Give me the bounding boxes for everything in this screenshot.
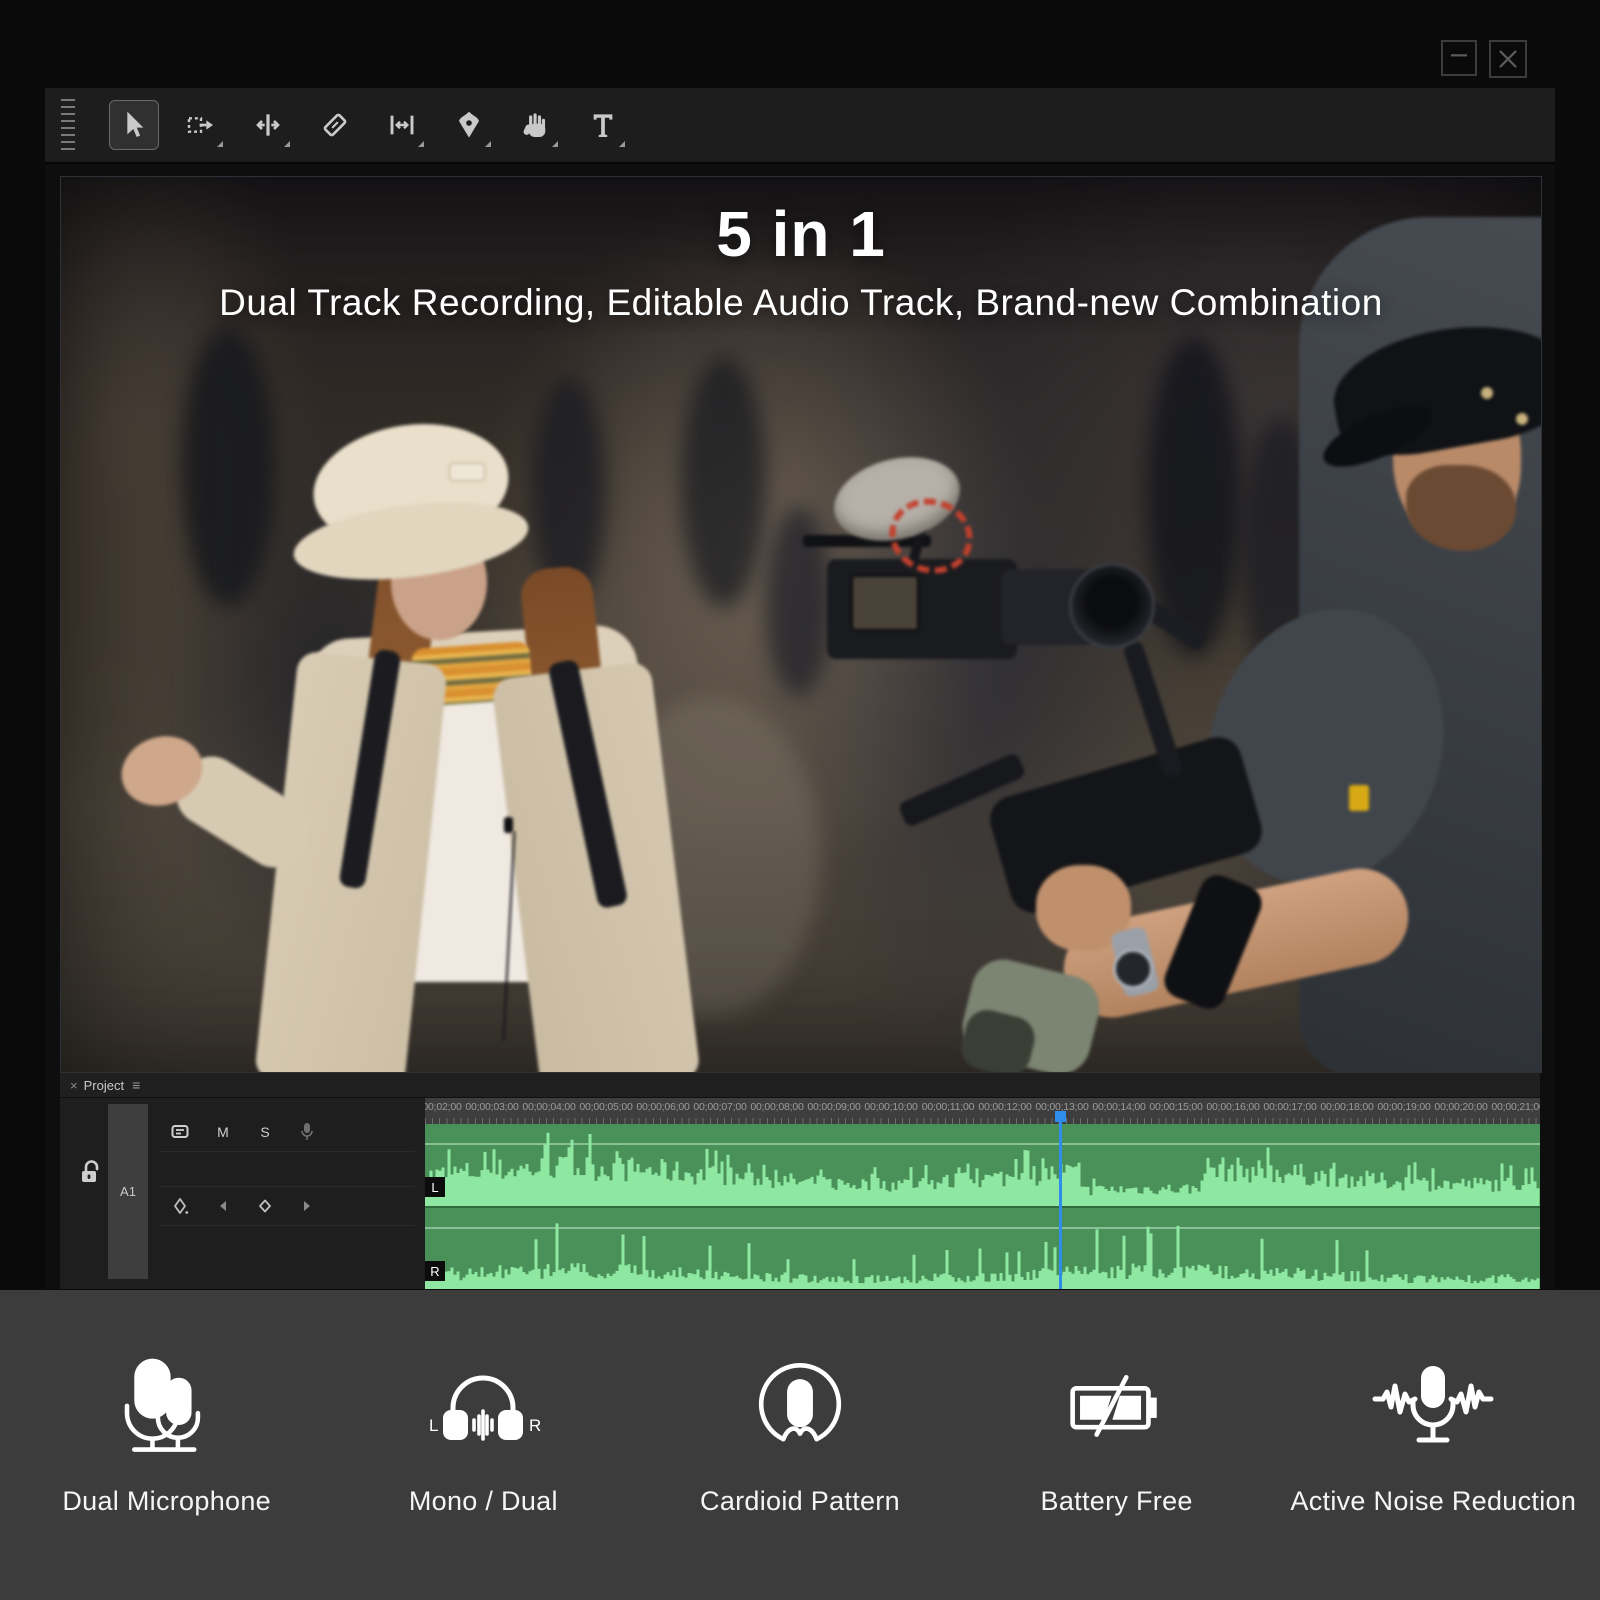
solo-button[interactable]: S	[254, 1121, 276, 1143]
track-header: A1 M S	[60, 1098, 427, 1289]
voiceover-record-button[interactable]	[296, 1121, 318, 1143]
time-ruler[interactable]: 00;00;02;0000;00;03;0000;00;04;0000;00;0…	[425, 1098, 1540, 1124]
channel-label-left: L	[425, 1177, 445, 1197]
channel-label-right: R	[425, 1261, 445, 1281]
hero-title: 5 in 1	[61, 201, 1541, 268]
timeline-tab-bar: × Project ≡	[60, 1073, 1540, 1098]
razor-tool-icon	[319, 109, 351, 141]
panel-grip-handle[interactable]	[59, 99, 77, 151]
next-keyframe-button[interactable]	[296, 1195, 318, 1217]
close-icon	[1491, 42, 1525, 76]
cap-eyelet	[1516, 413, 1528, 425]
feature-label: Cardioid Pattern	[700, 1486, 900, 1517]
type-tool-button[interactable]	[578, 100, 628, 150]
active-noise-reduction-icon	[1367, 1338, 1499, 1466]
cardioid-pattern-icon	[739, 1338, 861, 1466]
track-select-forward-tool-icon	[185, 109, 217, 141]
track-toggle-row: M S	[160, 1112, 415, 1152]
track-lock-button[interactable]	[78, 1158, 104, 1189]
previous-keyframe-icon	[217, 1200, 229, 1212]
close-button[interactable]	[1489, 40, 1527, 78]
audio-channel-right: R	[425, 1208, 1540, 1289]
battery-free-icon	[1055, 1338, 1179, 1466]
slip-tool-button[interactable]	[377, 100, 427, 150]
feature-dual-microphone: Dual Microphone	[17, 1338, 317, 1517]
mono-dual-icon: L R	[417, 1338, 549, 1466]
page: { "window_controls": {"minimize_icon": "…	[0, 0, 1600, 1600]
selection-tool-button[interactable]	[109, 100, 159, 150]
ripple-edit-tool-button[interactable]	[243, 100, 293, 150]
lock-open-icon	[78, 1158, 104, 1186]
previous-keyframe-button[interactable]	[212, 1195, 234, 1217]
camera-screen	[851, 575, 919, 631]
feature-cardioid-pattern: Cardioid Pattern	[650, 1338, 950, 1517]
minimize-icon	[1443, 42, 1475, 74]
hand-tool-icon	[520, 109, 552, 141]
feature-active-noise-reduction: Active Noise Reduction	[1283, 1338, 1583, 1517]
track-lane: 00;00;02;0000;00;03;0000;00;04;0000;00;0…	[425, 1098, 1540, 1289]
pen-tool-button[interactable]	[444, 100, 494, 150]
crowd-silhouette	[681, 357, 766, 607]
hero-text: 5 in 1 Dual Track Recording, Editable Au…	[61, 201, 1541, 324]
editor-window: 5 in 1 Dual Track Recording, Editable Au…	[45, 88, 1555, 1289]
track-name: A1	[120, 1184, 136, 1199]
track-output-icon	[171, 1124, 191, 1140]
track-select-forward-tool-button[interactable]	[176, 100, 226, 150]
program-monitor: 5 in 1 Dual Track Recording, Editable Au…	[60, 176, 1542, 1073]
hero-subtitle: Dual Track Recording, Editable Audio Tra…	[61, 282, 1541, 324]
feature-battery-free: Battery Free	[967, 1338, 1267, 1517]
audio-clip[interactable]: L R	[425, 1124, 1540, 1289]
audio-channel-left: L	[425, 1124, 1540, 1208]
feature-strip: Dual Microphone L R Mono / Du	[0, 1290, 1600, 1600]
panel-menu-icon[interactable]: ≡	[132, 1077, 140, 1093]
minimize-button[interactable]	[1441, 40, 1477, 76]
mono-dual-right-label: R	[529, 1416, 541, 1435]
mute-button[interactable]: M	[212, 1121, 234, 1143]
track-name-strip[interactable]: A1	[108, 1104, 148, 1279]
add-keyframe-icon	[258, 1199, 272, 1213]
ripple-edit-tool-icon	[252, 109, 284, 141]
feature-label: Dual Microphone	[62, 1486, 271, 1517]
feature-label: Active Noise Reduction	[1290, 1486, 1576, 1517]
feature-label: Battery Free	[1041, 1486, 1193, 1517]
slip-tool-icon	[386, 109, 418, 141]
dual-microphone-icon	[107, 1338, 227, 1466]
hat-logo-patch	[449, 463, 485, 481]
tools-panel	[45, 88, 1555, 164]
track-output-toggle-button[interactable]	[170, 1121, 192, 1143]
lavalier-microphone	[504, 817, 513, 833]
toggle-animation-button[interactable]	[170, 1195, 192, 1217]
mono-dual-left-label: L	[429, 1416, 438, 1435]
feature-mono-dual: L R Mono / Dual	[333, 1338, 633, 1517]
man-beard	[1406, 465, 1516, 551]
tab-close-icon[interactable]: ×	[70, 1078, 78, 1093]
sleeve-yellow-tag	[1349, 785, 1369, 811]
selection-tool-icon	[118, 109, 150, 141]
type-tool-icon	[587, 109, 619, 141]
razor-tool-button[interactable]	[310, 100, 360, 150]
keyframe-row	[160, 1186, 415, 1226]
hand-tool-button[interactable]	[511, 100, 561, 150]
waveform-left	[425, 1124, 1540, 1206]
pen-tool-icon	[453, 109, 485, 141]
microphone-icon	[300, 1122, 314, 1142]
cap-eyelet	[1481, 387, 1493, 399]
timeline-panel: × Project ≡ A1	[60, 1073, 1540, 1289]
keyframe-toggle-icon	[172, 1197, 190, 1215]
wristwatch-face	[1113, 949, 1153, 989]
tab-project[interactable]: Project	[84, 1078, 124, 1093]
feature-label: Mono / Dual	[409, 1486, 558, 1517]
ruler-timecode: 00;00;21;00	[1478, 1101, 1540, 1113]
waveform-right	[425, 1208, 1540, 1289]
crowd-silhouette	[181, 327, 276, 607]
playhead[interactable]	[1059, 1112, 1062, 1289]
camera-lens	[1069, 563, 1155, 649]
next-keyframe-icon	[301, 1200, 313, 1212]
add-keyframe-button[interactable]	[254, 1195, 276, 1217]
